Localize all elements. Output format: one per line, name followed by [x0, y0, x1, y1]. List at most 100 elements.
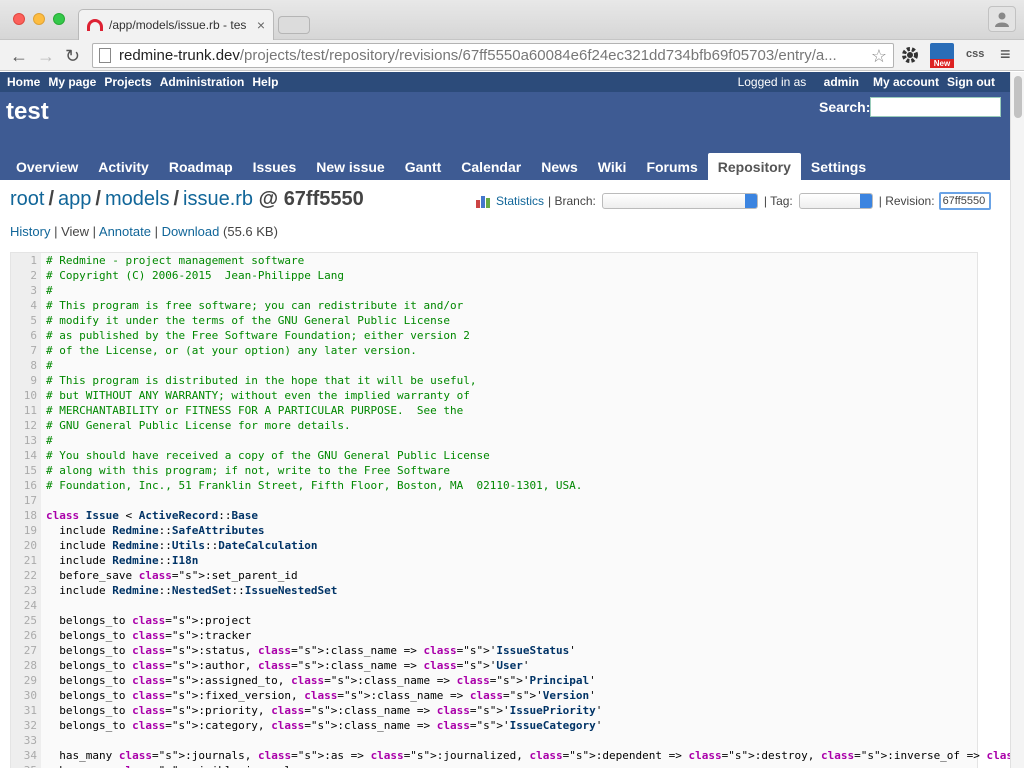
tab-close-icon[interactable]: ×: [257, 17, 265, 33]
breadcrumb-root[interactable]: root: [10, 188, 44, 210]
line-number[interactable]: 14: [11, 448, 41, 463]
top-menu-help[interactable]: Help: [252, 75, 278, 89]
reload-icon[interactable]: ↻: [65, 46, 80, 67]
line-number[interactable]: 16: [11, 478, 41, 493]
line-number[interactable]: 10: [11, 388, 41, 403]
line-text: belongs_to class="s">:priority, class="s…: [46, 704, 603, 717]
line-number[interactable]: 22: [11, 568, 41, 583]
line-text: # You should have received a copy of the…: [46, 449, 490, 462]
line-number[interactable]: 20: [11, 538, 41, 553]
tab-calendar[interactable]: Calendar: [451, 153, 531, 180]
line-number[interactable]: 6: [11, 328, 41, 343]
new-tab-button[interactable]: [278, 16, 310, 34]
top-menu-my-page[interactable]: My page: [48, 75, 96, 89]
line-number[interactable]: 4: [11, 298, 41, 313]
line-number[interactable]: 1: [11, 253, 41, 268]
branch-select[interactable]: [601, 193, 758, 209]
tab-issues[interactable]: Issues: [243, 153, 307, 180]
line-number[interactable]: 2: [11, 268, 41, 283]
tab-news[interactable]: News: [531, 153, 588, 180]
forward-arrow-icon[interactable]: →: [37, 46, 55, 67]
address-bar[interactable]: redmine-trunk.dev/projects/test/reposito…: [92, 43, 894, 68]
tag-select[interactable]: [798, 193, 873, 209]
tab-overview[interactable]: Overview: [6, 153, 88, 180]
statistics-link[interactable]: Statistics: [496, 194, 544, 208]
download-link[interactable]: Download: [162, 224, 220, 239]
code-line: 34 has_many class="s">:journals, class="…: [11, 748, 1010, 763]
line-number[interactable]: 24: [11, 598, 41, 613]
line-text: # GNU General Public License for more de…: [46, 419, 351, 432]
code-line: 33: [11, 733, 977, 748]
line-number[interactable]: 12: [11, 418, 41, 433]
line-number[interactable]: 29: [11, 673, 41, 688]
line-number[interactable]: 23: [11, 583, 41, 598]
line-number[interactable]: 18: [11, 508, 41, 523]
settings-gear-icon[interactable]: [900, 45, 920, 65]
line-number[interactable]: 32: [11, 718, 41, 733]
line-number[interactable]: 7: [11, 343, 41, 358]
bookmark-star-icon[interactable]: ☆: [871, 46, 887, 67]
line-text: belongs_to class="s">:fixed_version, cla…: [46, 689, 596, 702]
url-host: redmine-trunk.dev: [119, 47, 240, 64]
tab-settings[interactable]: Settings: [801, 153, 876, 180]
line-number[interactable]: 25: [11, 613, 41, 628]
tab-gantt[interactable]: Gantt: [395, 153, 452, 180]
code-line: 16 # Foundation, Inc., 51 Franklin Street…: [11, 478, 977, 493]
tab-roadmap[interactable]: Roadmap: [159, 153, 243, 180]
news-extension-icon[interactable]: New: [930, 43, 954, 68]
line-number[interactable]: 9: [11, 373, 41, 388]
menu-icon[interactable]: ≡: [1000, 44, 1011, 65]
line-number[interactable]: 21: [11, 553, 41, 568]
top-menu: Home My page Projects Administration Hel…: [0, 72, 1010, 92]
tab-activity[interactable]: Activity: [88, 153, 159, 180]
breadcrumb-app[interactable]: app: [58, 188, 91, 210]
breadcrumb-models[interactable]: models: [105, 188, 169, 210]
top-menu-projects[interactable]: Projects: [104, 75, 151, 89]
line-number[interactable]: 11: [11, 403, 41, 418]
scrollbar-thumb[interactable]: [1014, 76, 1022, 118]
logged-in-user[interactable]: admin: [824, 75, 859, 89]
line-number[interactable]: 8: [11, 358, 41, 373]
back-arrow-icon[interactable]: ←: [10, 46, 28, 67]
code-line: 32 belongs_to class="s">:category, class…: [11, 718, 977, 733]
page-scrollbar[interactable]: [1010, 72, 1024, 768]
code-line: 4 # This program is free software; you ca…: [11, 298, 977, 313]
breadcrumb-file[interactable]: issue.rb: [183, 188, 253, 210]
line-text: #: [46, 359, 53, 372]
profile-button[interactable]: [988, 6, 1016, 32]
history-link[interactable]: History: [10, 224, 50, 239]
line-number[interactable]: 19: [11, 523, 41, 538]
my-account-link[interactable]: My account: [873, 75, 939, 89]
line-number[interactable]: 30: [11, 688, 41, 703]
line-number[interactable]: 13: [11, 433, 41, 448]
logged-in-text: Logged in as: [737, 75, 807, 89]
browser-tab[interactable]: /app/models/issue.rb - tes ×: [78, 9, 274, 40]
line-number[interactable]: 5: [11, 313, 41, 328]
tab-new-issue[interactable]: New issue: [306, 153, 394, 180]
line-number[interactable]: 26: [11, 628, 41, 643]
revision-input[interactable]: 67ff5550: [938, 192, 991, 210]
line-number[interactable]: 17: [11, 493, 41, 508]
top-menu-administration[interactable]: Administration: [160, 75, 245, 89]
tab-forums[interactable]: Forums: [636, 153, 707, 180]
css-extension-icon[interactable]: css: [966, 48, 984, 60]
search-input[interactable]: [870, 97, 1001, 117]
line-number[interactable]: 15: [11, 463, 41, 478]
search-label: Search:: [819, 99, 871, 115]
line-text: belongs_to class="s">:category, class="s…: [46, 719, 603, 732]
line-number[interactable]: 27: [11, 643, 41, 658]
annotate-link[interactable]: Annotate: [99, 224, 151, 239]
tab-wiki[interactable]: Wiki: [588, 153, 637, 180]
maximize-window-button[interactable]: [53, 13, 65, 25]
close-window-button[interactable]: [13, 13, 25, 25]
line-number[interactable]: 33: [11, 733, 41, 748]
line-number[interactable]: 28: [11, 658, 41, 673]
line-number[interactable]: 35: [11, 763, 41, 768]
line-number[interactable]: 34: [11, 748, 41, 763]
sign-out-link[interactable]: Sign out: [947, 75, 995, 89]
line-number[interactable]: 31: [11, 703, 41, 718]
minimize-window-button[interactable]: [33, 13, 45, 25]
tab-repository[interactable]: Repository: [707, 153, 801, 180]
line-number[interactable]: 3: [11, 283, 41, 298]
top-menu-home[interactable]: Home: [7, 75, 40, 89]
